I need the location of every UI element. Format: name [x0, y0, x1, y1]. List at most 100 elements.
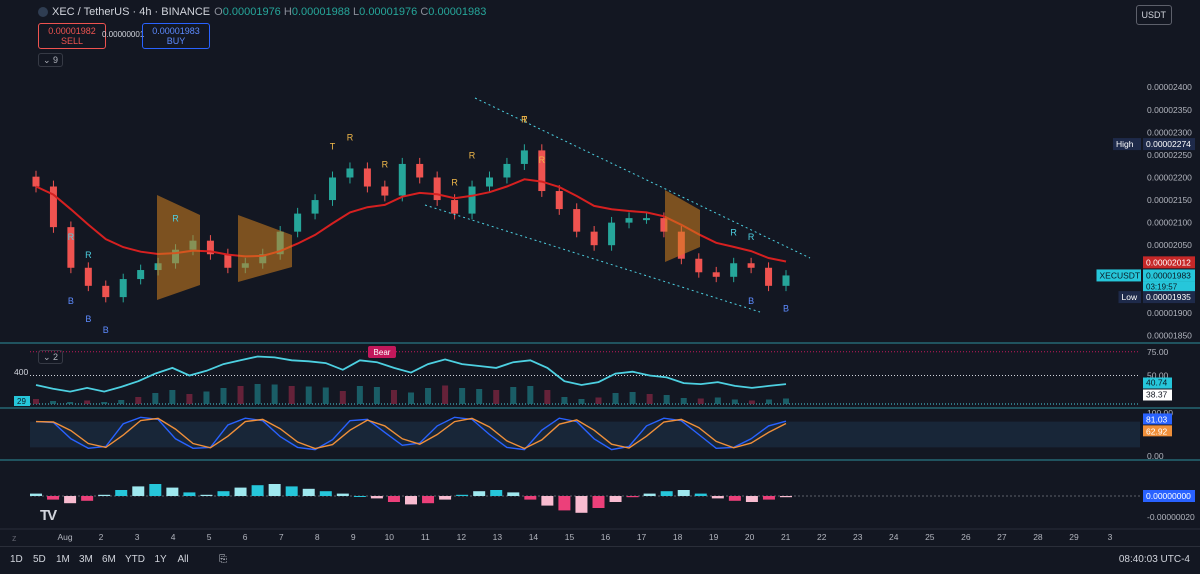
- tradingview-logo-icon: TV: [40, 507, 57, 524]
- subpane-indicators-toggle[interactable]: ⌄ 2: [38, 350, 64, 364]
- timeframe-button[interactable]: 1Y: [155, 554, 167, 565]
- macd-bar: [677, 490, 690, 496]
- rsi-volume-bar: [697, 398, 704, 404]
- candle-body: [102, 285, 110, 298]
- signal-marker: R: [382, 160, 389, 170]
- time-tick-label: 5: [207, 532, 212, 542]
- candle-body: [398, 163, 406, 196]
- macd-bar: [439, 496, 452, 500]
- macd-bar: [149, 484, 162, 496]
- price-label-value: 0.00001983: [1146, 270, 1191, 280]
- time-tick-label: 22: [817, 532, 827, 542]
- rsi-volume-bar: [442, 385, 449, 404]
- sell-price: 0.00001982: [48, 26, 96, 36]
- chart-canvas[interactable]: 0.00002400 0.00002350 0.00002300 0.00002250…: [0, 0, 1200, 573]
- rsi-value-label: 40.74: [1146, 378, 1168, 388]
- timeframe-button[interactable]: 6M: [102, 554, 116, 565]
- rsi-volume-bar: [765, 399, 772, 404]
- macd-bar: [745, 496, 758, 502]
- signal-marker: R: [469, 151, 476, 161]
- rsi-volume-bar: [731, 399, 738, 404]
- candle-body: [555, 191, 563, 210]
- candle-body: [573, 209, 581, 232]
- macd-bar: [251, 485, 264, 496]
- timeframe-button[interactable]: 5D: [33, 554, 46, 565]
- candle-body: [608, 222, 616, 246]
- price-label-value: 0.00001935: [1146, 292, 1191, 302]
- candle-body: [32, 176, 40, 187]
- time-tick-label: 20: [745, 532, 755, 542]
- rsi-volume-bar: [373, 387, 380, 404]
- signal-marker: R: [748, 232, 755, 242]
- macd-bar: [575, 496, 588, 513]
- macd-bar: [473, 491, 486, 496]
- time-tick-label: 3: [1108, 532, 1113, 542]
- currency-selector[interactable]: USDT: [1135, 5, 1172, 25]
- candle-body: [84, 267, 92, 286]
- macd-bar: [507, 492, 520, 496]
- time-tick-label: 19: [709, 532, 719, 542]
- macd-bar: [694, 493, 707, 496]
- symbol-title[interactable]: XEC / TetherUS · 4h · BINANCE: [52, 6, 210, 18]
- rsi-volume-bar: [33, 399, 39, 404]
- macd-bar: [353, 496, 366, 497]
- timeframe-button[interactable]: 3M: [79, 554, 93, 565]
- buy-button[interactable]: 0.00001983 BUY: [142, 23, 210, 49]
- stoch-d-label: 62.92: [1146, 426, 1168, 436]
- rsi-volume-bar: [408, 392, 414, 404]
- macd-bar: [319, 491, 332, 496]
- candle-body: [311, 200, 319, 214]
- price-tick-label: 0.00002300: [1147, 127, 1192, 137]
- timeframe-button[interactable]: 1D: [10, 554, 23, 565]
- price-label-tag: Low: [1122, 292, 1138, 302]
- rsi-volume-bar: [561, 397, 568, 404]
- macd-bar: [64, 496, 77, 504]
- rsi-value-label-2: 38.37: [1146, 390, 1168, 400]
- macd-bar: [302, 488, 315, 496]
- time-tick-label: 16: [601, 532, 611, 542]
- time-tick-label: 27: [997, 532, 1007, 542]
- macd-bar: [405, 496, 417, 505]
- signal-marker: R: [172, 214, 179, 224]
- candle-body: [119, 279, 127, 298]
- signal-marker: B: [783, 303, 789, 313]
- calendar-icon[interactable]: ⎘: [219, 554, 227, 565]
- macd-bar: [217, 491, 230, 496]
- candle-body: [485, 177, 493, 187]
- macd-tick-label: -0.00000020: [1147, 512, 1195, 522]
- rsi-volume-bar: [663, 395, 670, 404]
- signal-marker: B: [748, 296, 754, 306]
- timeframe-button[interactable]: 1M: [56, 554, 70, 565]
- indicators-toggle[interactable]: ⌄ 9: [38, 53, 64, 67]
- macd-bar: [115, 490, 128, 496]
- countdown-label: 03:19:57: [1146, 282, 1178, 291]
- signal-marker: R: [68, 232, 75, 242]
- rsi-volume-bar: [169, 390, 176, 404]
- timeframe-button[interactable]: YTD: [125, 554, 145, 565]
- timeframe-button[interactable]: All: [178, 554, 189, 565]
- rsi-volume-bar: [118, 400, 125, 404]
- candle-body: [765, 267, 773, 286]
- price-tick-label: 0.00001850: [1147, 330, 1192, 340]
- macd-bar: [183, 492, 196, 496]
- price-label-value: 0.00002012: [1146, 257, 1191, 267]
- time-tick-label: 8: [315, 532, 320, 542]
- rsi-volume-bar: [612, 393, 619, 404]
- time-tick-label: 17: [637, 532, 647, 542]
- sell-button[interactable]: 0.00001982 SELL: [38, 23, 106, 49]
- macd-bar: [387, 496, 400, 502]
- sell-label: SELL: [60, 36, 84, 46]
- candle-body: [329, 177, 337, 201]
- candle-body: [642, 218, 650, 221]
- macd-bar: [762, 496, 775, 500]
- macd-bar: [422, 496, 435, 504]
- rsi-volume-bar: [748, 400, 755, 404]
- signal-marker: B: [103, 325, 109, 335]
- price-tick-label: 0.00002150: [1147, 195, 1192, 205]
- price-tick-label: 0.00002200: [1147, 172, 1192, 182]
- time-tick-label: 18: [673, 532, 683, 542]
- price-tick-label: 0.00002350: [1147, 105, 1192, 115]
- symbol-header: XEC / TetherUS · 4h · BINANCE O0.0000197…: [38, 6, 486, 18]
- rsi-volume-bar: [186, 394, 193, 404]
- candle-body: [381, 186, 389, 196]
